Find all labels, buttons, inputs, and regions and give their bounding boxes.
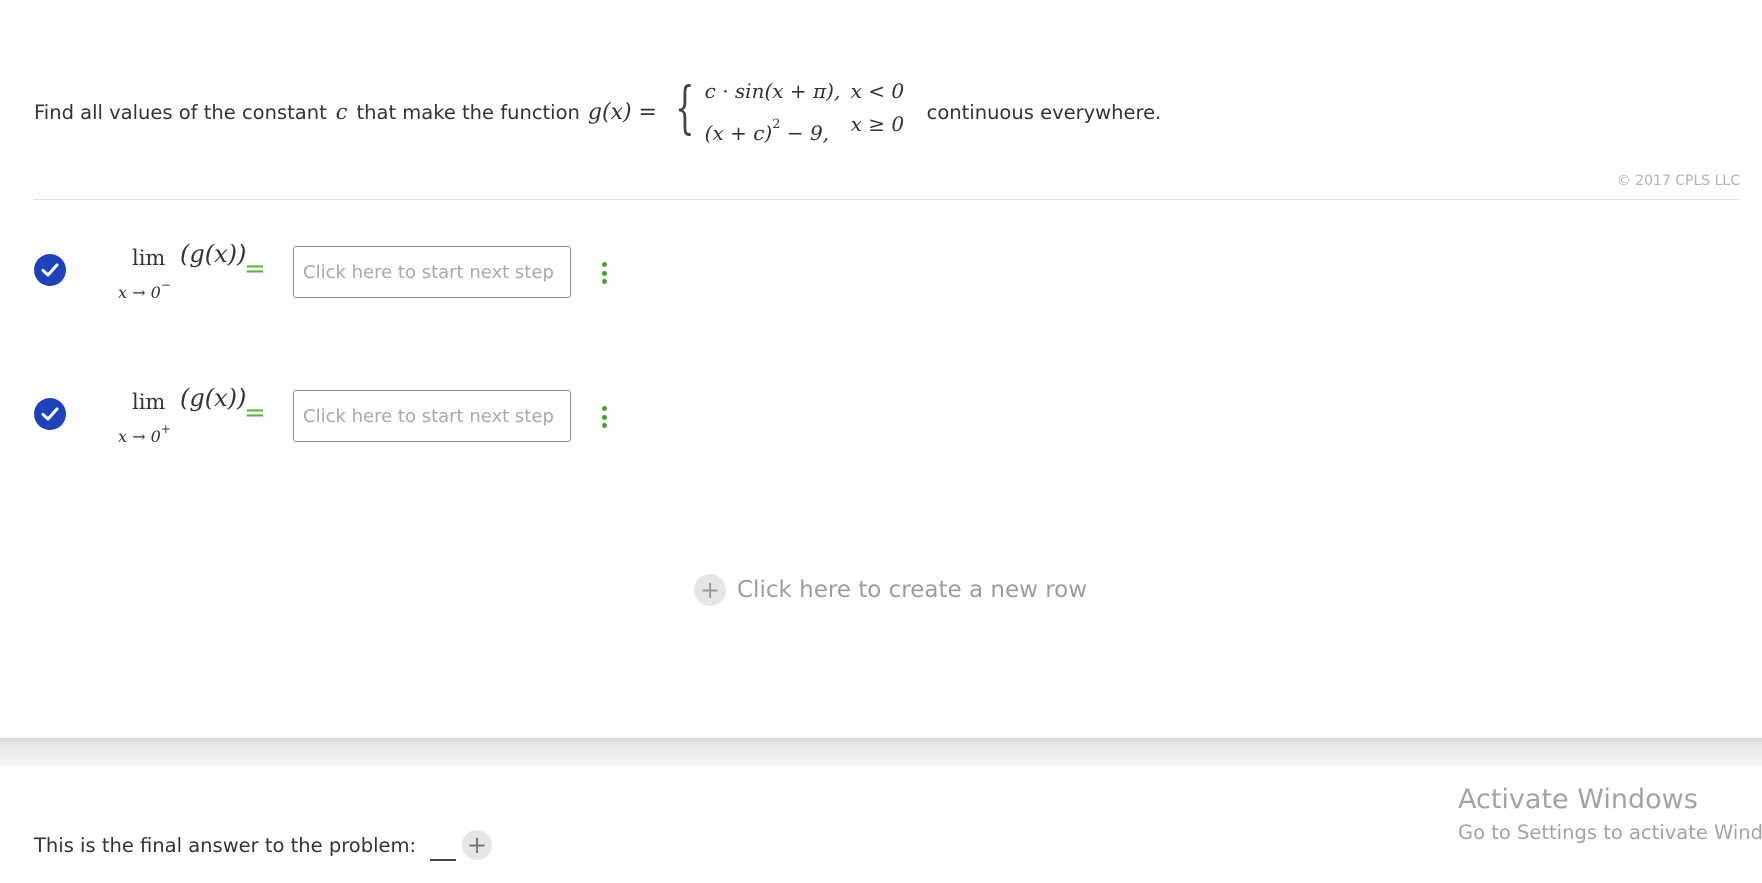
activate-windows-watermark: Activate Windows Go to Settings to activ… <box>1458 782 1762 848</box>
step-row-left-limit: lim x → 0− (g(x)) = <box>34 236 654 308</box>
case-1-condition: x < 0 <box>850 78 905 103</box>
problem-prefix: Find all values of the constant <box>34 100 327 124</box>
limit-subscript: x → 0+ <box>118 422 171 446</box>
plus-icon: + <box>694 574 726 606</box>
limit-side-sign: + <box>160 422 171 436</box>
problem-constant: c <box>335 100 348 124</box>
equals-sign: = <box>244 254 266 284</box>
answer-blank[interactable] <box>430 837 457 861</box>
create-new-row-button[interactable]: + Click here to create a new row <box>694 574 1087 606</box>
limit-expression: lim x → 0+ (g(x)) <box>84 380 246 452</box>
copyright-notice: © 2017 CPLS LLC <box>1616 173 1740 189</box>
limit-argument: (g(x)) <box>180 384 247 412</box>
problem-middle: that make the function <box>356 100 580 124</box>
case-1-expression: c · sin(x + π), <box>704 78 841 103</box>
footer-separator <box>0 738 1762 766</box>
function-lhs: g(x) = <box>587 99 657 125</box>
limit-subscript: x → 0− <box>118 278 171 302</box>
case-2-base: (x + c) <box>704 120 773 145</box>
check-circle-icon <box>34 398 66 430</box>
case-2-condition: x ≥ 0 <box>850 111 905 136</box>
more-options-icon[interactable] <box>601 406 607 428</box>
check-circle-icon <box>34 254 66 286</box>
case-row-2: (x + c)2 − 9, x ≥ 0 <box>705 108 907 150</box>
final-answer-label: This is the final answer to the problem: <box>34 833 417 857</box>
limit-expression: lim x → 0− (g(x)) <box>84 236 246 308</box>
limit-side-sign: − <box>160 278 171 292</box>
limit-argument: (g(x)) <box>180 240 247 268</box>
next-step-input[interactable] <box>293 390 571 442</box>
limit-variable: x → 0 <box>118 283 161 302</box>
step-row-right-limit: lim x → 0+ (g(x)) = <box>34 380 654 452</box>
header-divider <box>34 199 1740 200</box>
final-answer-bar: This is the final answer to the problem:… <box>34 830 493 861</box>
equals-sign: = <box>244 398 266 428</box>
lim-operator: lim <box>132 246 166 270</box>
next-step-input[interactable] <box>293 246 571 298</box>
case-row-1: c · sin(x + π), x < 0 <box>705 75 907 108</box>
watermark-title: Activate Windows <box>1458 784 1698 815</box>
piecewise-cases: c · sin(x + π), x < 0 (x + c)2 − 9, x ≥ … <box>705 75 907 150</box>
add-answer-icon[interactable]: + <box>462 830 493 860</box>
problem-statement: Find all values of the constant c that m… <box>34 76 1161 148</box>
case-2-expression: (x + c)2 − 9, <box>705 108 851 150</box>
case-2-tail: − 9, <box>780 120 830 145</box>
problem-suffix: continuous everywhere. <box>926 100 1162 124</box>
watermark-subtitle: Go to Settings to activate Windows. <box>1458 821 1762 844</box>
create-new-row-label: Click here to create a new row <box>737 577 1088 603</box>
left-brace: { <box>675 76 695 141</box>
lim-operator: lim <box>132 390 166 414</box>
more-options-icon[interactable] <box>601 262 607 284</box>
limit-variable: x → 0 <box>118 427 161 446</box>
